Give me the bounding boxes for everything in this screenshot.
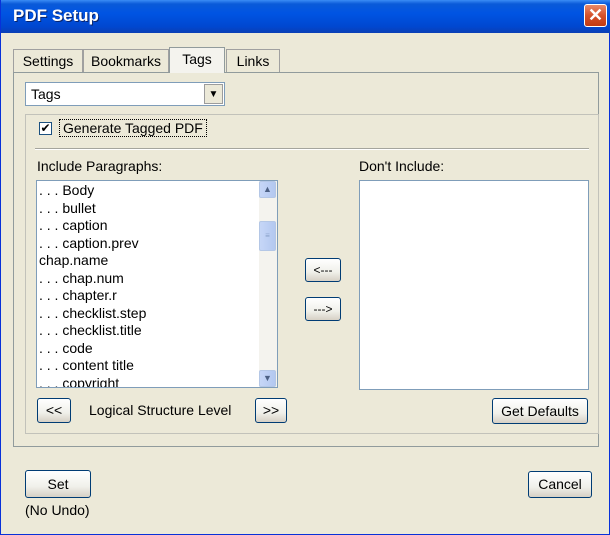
chevron-down-icon: ▼: [263, 373, 272, 383]
list-item[interactable]: . . . content title: [39, 357, 261, 375]
level-next-button[interactable]: >>: [255, 398, 287, 423]
list-item[interactable]: . . . code: [39, 340, 261, 358]
tab-links[interactable]: Links: [226, 49, 280, 73]
scroll-up-button[interactable]: ▲: [259, 181, 276, 198]
get-defaults-button[interactable]: Get Defaults: [492, 398, 588, 424]
window-title: PDF Setup: [13, 6, 99, 25]
tab-settings[interactable]: Settings: [13, 49, 83, 73]
list-item[interactable]: . . . caption.prev: [39, 235, 261, 253]
tags-dropdown[interactable]: Tags ▼: [25, 82, 225, 106]
list-item[interactable]: . . . chapter.r: [39, 287, 261, 305]
checkmark-icon: ✔: [40, 121, 51, 135]
set-button[interactable]: Set: [25, 470, 91, 498]
move-right-button[interactable]: --->: [305, 297, 341, 321]
close-icon: ✕: [587, 5, 604, 25]
generate-tagged-pdf-label[interactable]: Generate Tagged PDF: [59, 119, 207, 137]
dropdown-selected-value: Tags: [31, 86, 61, 102]
include-paragraphs-label: Include Paragraphs:: [37, 158, 163, 174]
dont-include-label: Don't Include:: [359, 158, 445, 174]
scroll-down-button[interactable]: ▼: [259, 370, 276, 387]
pdf-setup-dialog: PDF Setup ✕ Settings Bookmarks Tags Link…: [0, 0, 610, 535]
separator: [35, 148, 589, 150]
list-item[interactable]: . . . checklist.step: [39, 305, 261, 323]
dropdown-arrow-button[interactable]: ▼: [204, 84, 223, 104]
list-item[interactable]: . . . chap.num: [39, 270, 261, 288]
generate-tagged-pdf-checkbox[interactable]: ✔: [39, 122, 52, 135]
close-button[interactable]: ✕: [584, 4, 607, 27]
chevron-down-icon: ▼: [208, 89, 219, 100]
logical-structure-level-label: Logical Structure Level: [89, 402, 232, 418]
list-item[interactable]: . . . copyright: [39, 375, 261, 388]
include-list-scrollbar[interactable]: ▲ ≡ ▼: [259, 181, 277, 387]
level-prev-button[interactable]: <<: [37, 398, 71, 423]
scroll-thumb[interactable]: ≡: [259, 221, 276, 251]
chevron-up-icon: ▲: [263, 184, 272, 194]
move-left-button[interactable]: <---: [305, 258, 341, 282]
include-paragraphs-list[interactable]: . . . Body . . . bullet . . . caption . …: [36, 180, 278, 388]
tab-tags[interactable]: Tags: [169, 47, 225, 73]
list-item[interactable]: . . . caption: [39, 217, 261, 235]
list-item[interactable]: . . . checklist.title: [39, 322, 261, 340]
dont-include-list[interactable]: [359, 180, 589, 390]
include-list-items: . . . Body . . . bullet . . . caption . …: [39, 182, 261, 388]
list-item[interactable]: . . . bullet: [39, 200, 261, 218]
cancel-button[interactable]: Cancel: [528, 471, 592, 498]
undo-status: (No Undo): [25, 502, 90, 518]
tab-bookmarks[interactable]: Bookmarks: [83, 49, 169, 73]
grip-icon: ≡: [265, 231, 270, 240]
title-bar: PDF Setup ✕: [1, 0, 610, 33]
list-item[interactable]: . . . Body: [39, 182, 261, 200]
list-item[interactable]: chap.name: [39, 252, 261, 270]
